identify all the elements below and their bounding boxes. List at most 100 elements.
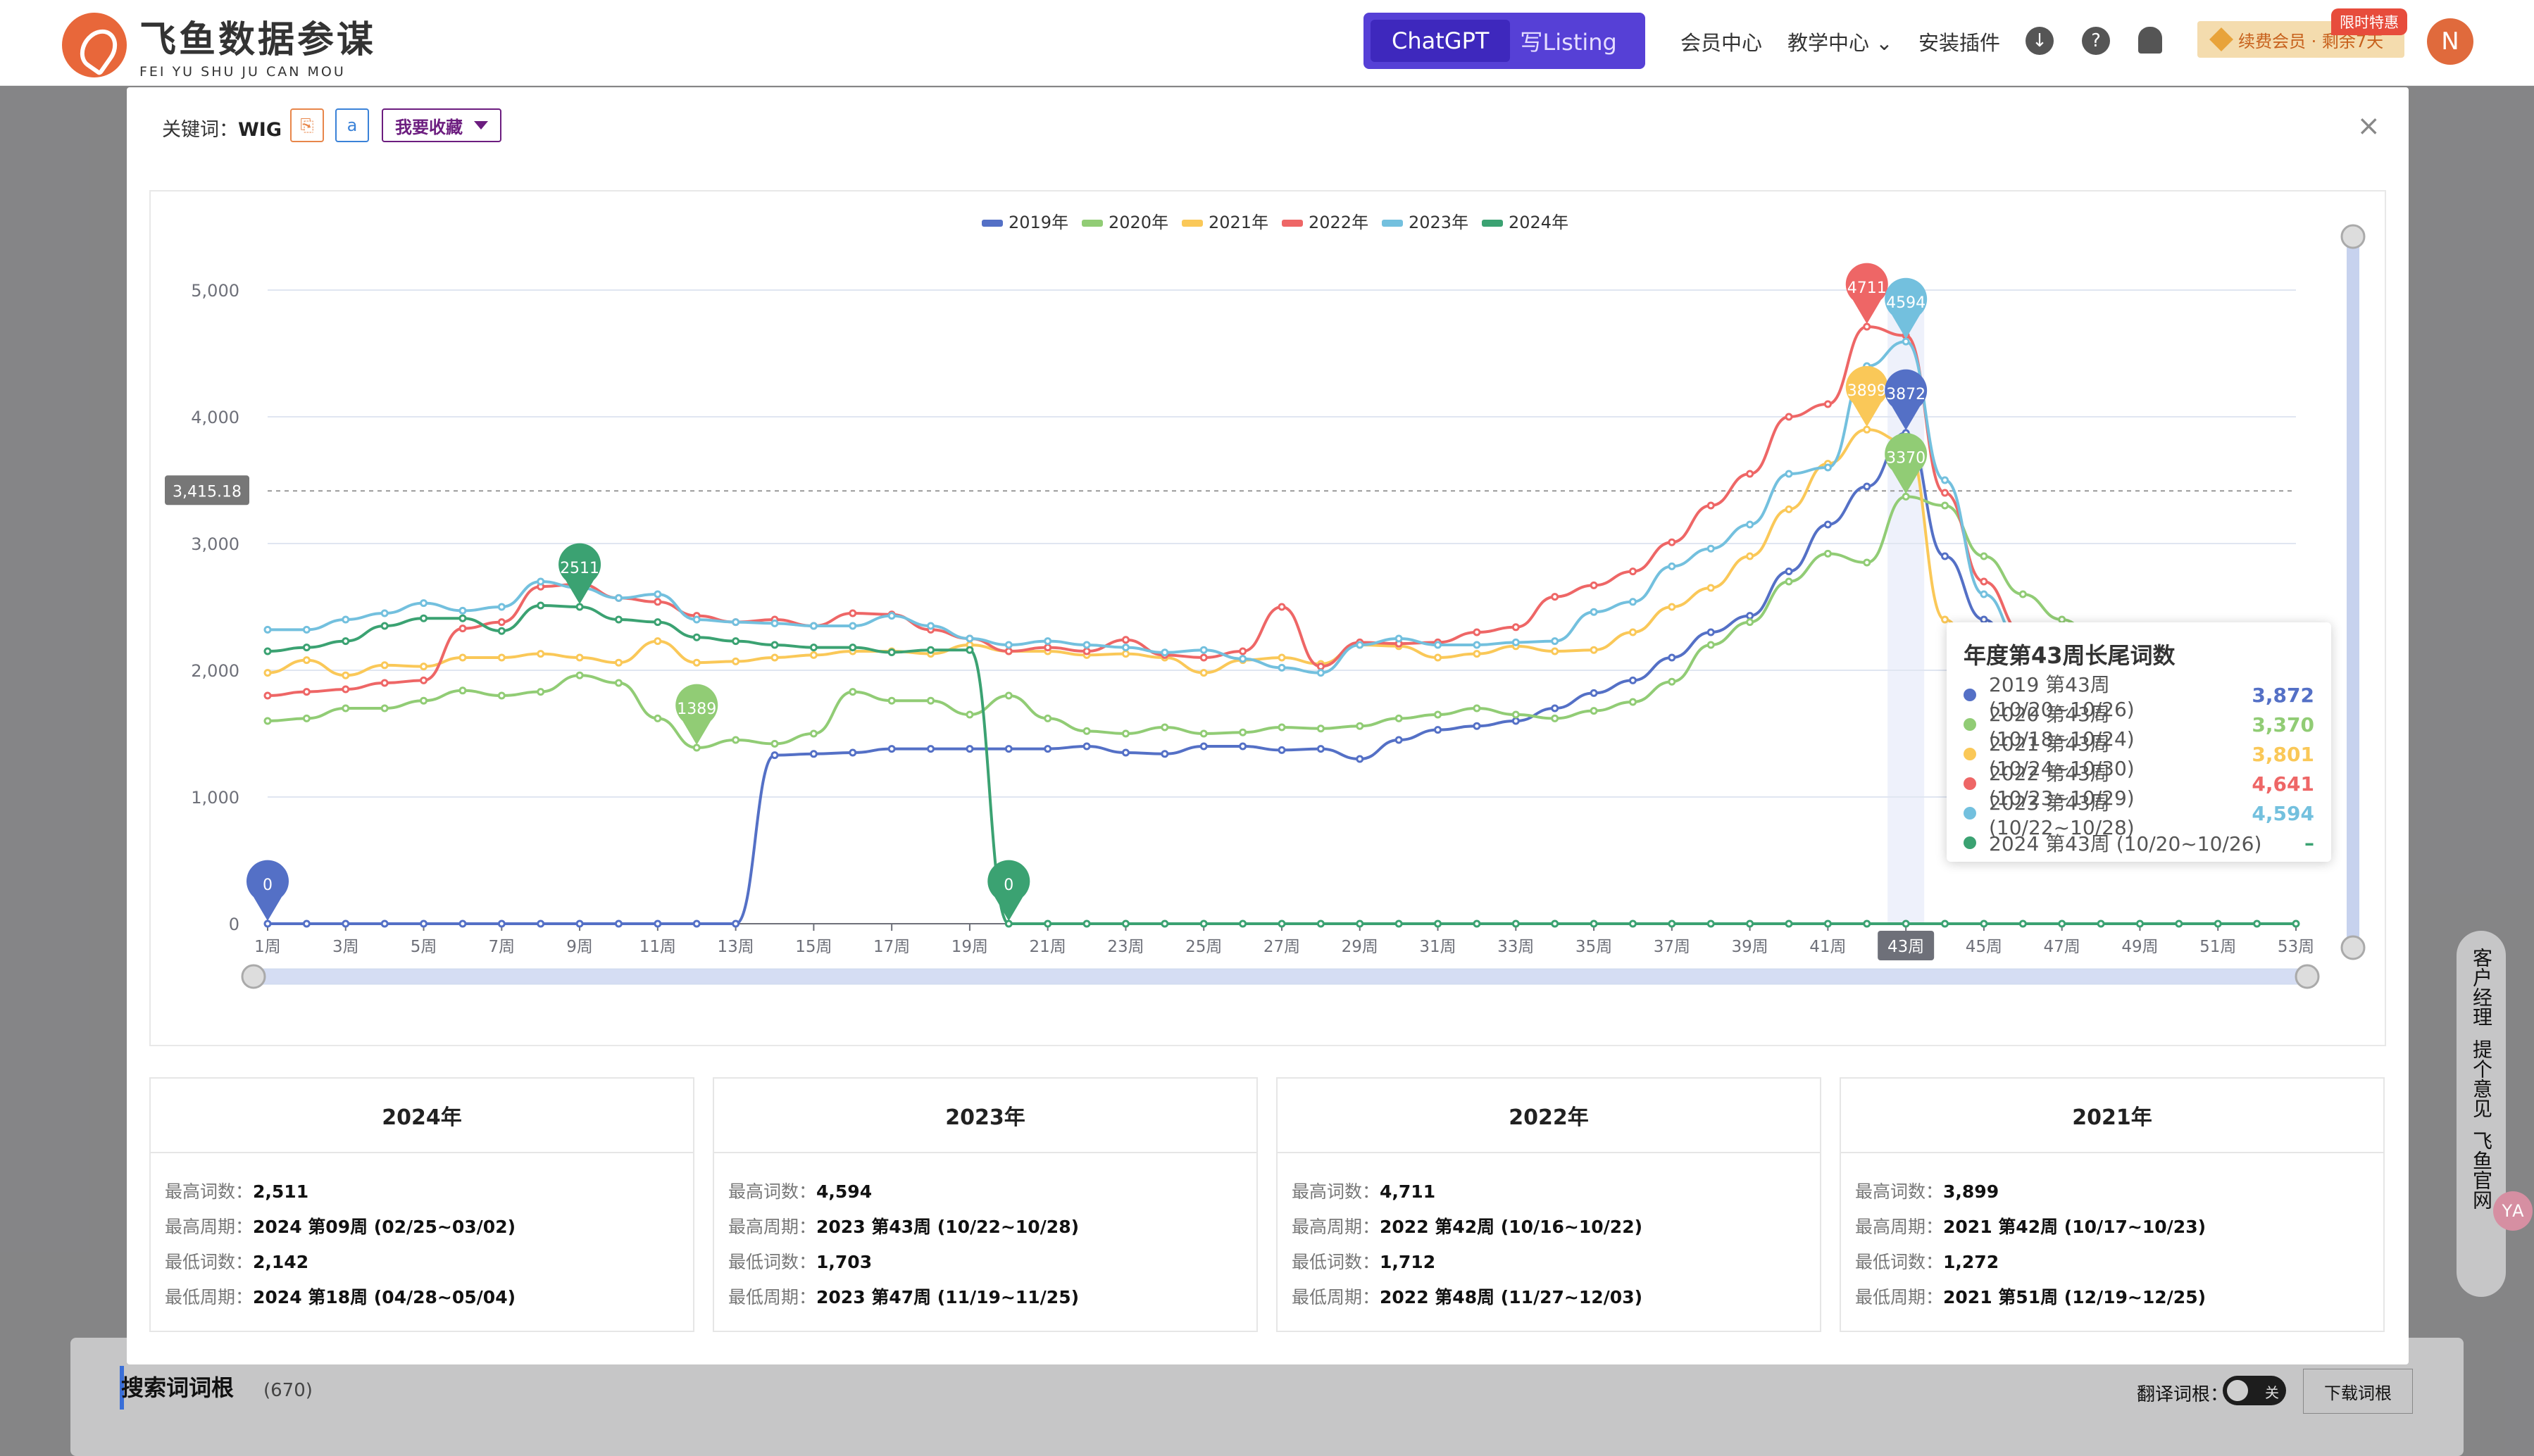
series-point bbox=[1161, 648, 1169, 657]
official-site-link[interactable]: 飞鱼官网 bbox=[2469, 1131, 2494, 1210]
feedback-link[interactable]: 提个意见 bbox=[2469, 1039, 2494, 1118]
series-point bbox=[887, 696, 896, 705]
series-point bbox=[263, 717, 272, 725]
series-point bbox=[1746, 520, 1754, 529]
year-card-row: 最低周期：2024 第18周 (04/28~05/04) bbox=[165, 1287, 516, 1307]
series-point bbox=[692, 920, 701, 928]
chatgpt-tab[interactable]: ChatGPT bbox=[1371, 20, 1511, 62]
series-point bbox=[1628, 628, 1637, 636]
series-point bbox=[732, 657, 740, 665]
chatgpt-switch: ChatGPT 写Listing bbox=[1363, 13, 1645, 69]
year-card-title: 2022年 bbox=[1278, 1079, 1820, 1153]
series-point bbox=[1551, 647, 1559, 655]
account-manager-link[interactable]: 客户经理 bbox=[2469, 948, 2494, 1027]
nav-member-center[interactable]: 会员中心 bbox=[1680, 27, 1762, 56]
series-point bbox=[1082, 920, 1091, 928]
series-point bbox=[732, 618, 740, 627]
avatar[interactable]: N bbox=[2427, 18, 2473, 65]
download-roots-button[interactable]: 下载词根 bbox=[2303, 1369, 2413, 1414]
series-point bbox=[1473, 628, 1481, 636]
series-point bbox=[1434, 920, 1442, 928]
amazon-icon[interactable]: a bbox=[335, 108, 369, 142]
series-point bbox=[1316, 920, 1325, 928]
series-point bbox=[1628, 598, 1637, 606]
series-point bbox=[1434, 653, 1442, 662]
marker-label: 0 bbox=[1004, 877, 1013, 894]
series-point bbox=[1004, 745, 1013, 753]
x-tick-label: 5周 bbox=[411, 938, 437, 956]
series-point bbox=[692, 615, 701, 624]
series-point bbox=[732, 736, 740, 744]
marker-label: 3370 bbox=[1886, 449, 1926, 467]
year-card-title: 2021年 bbox=[1841, 1079, 2383, 1153]
series-point bbox=[887, 612, 896, 620]
tooltip-row-value: – bbox=[2304, 831, 2314, 855]
series-point bbox=[1823, 400, 1832, 408]
series-point bbox=[1785, 577, 1793, 586]
series-point bbox=[497, 618, 506, 627]
logo-subtitle: FEI YU SHU JU CAN MOU bbox=[139, 64, 346, 80]
x-tick-label: 29周 bbox=[1342, 938, 1378, 956]
series-point bbox=[458, 686, 467, 695]
series-point bbox=[1980, 590, 1988, 598]
close-icon[interactable]: × bbox=[2357, 110, 2380, 142]
logo[interactable]: 飞鱼数据参谋 FEI YU SHU JU CAN MOU bbox=[62, 10, 376, 80]
series-point bbox=[966, 710, 974, 719]
copy-icon[interactable]: ⎘ bbox=[290, 108, 324, 142]
nav-install-plugin[interactable]: 安装插件 bbox=[1918, 27, 2000, 56]
side-float-panel: 客户经理 提个意见 飞鱼官网 ΥA bbox=[2457, 931, 2533, 1297]
series-point bbox=[1941, 552, 1949, 560]
series-point bbox=[1706, 501, 1715, 510]
series-point bbox=[1316, 745, 1325, 753]
legend-swatch bbox=[1382, 220, 1403, 227]
series-point bbox=[654, 637, 662, 646]
x-tick-label: 9周 bbox=[566, 938, 593, 956]
bell-icon[interactable] bbox=[2138, 27, 2162, 54]
series-point bbox=[1121, 650, 1130, 658]
marker-label: 3872 bbox=[1886, 386, 1926, 403]
series-point bbox=[1746, 552, 1754, 560]
year-card: 2023年 最高词数：4,594 最高周期：2023 第43周 (10/22~10/… bbox=[713, 1077, 1258, 1332]
series-point bbox=[1161, 750, 1169, 758]
series-point bbox=[692, 658, 701, 667]
y-tick-label: 0 bbox=[229, 915, 239, 934]
x-tick-label: 17周 bbox=[873, 938, 910, 956]
series-point bbox=[849, 748, 857, 757]
trend-chart[interactable]: 0 1,000 2,000 3,000 4,000 5,000 3,415.18 1周 3周 5周… bbox=[151, 192, 2388, 1048]
x-tick-label: 25周 bbox=[1185, 938, 1222, 956]
series-point bbox=[1004, 641, 1013, 649]
x-tick-label: 27周 bbox=[1263, 938, 1300, 956]
write-listing-tab[interactable]: 写Listing bbox=[1510, 25, 1626, 57]
nav-teaching-center[interactable]: 教学中心 ⌄ bbox=[1787, 27, 1893, 56]
series-point bbox=[1473, 650, 1481, 658]
year-card-row: 最高周期：2024 第09周 (02/25~03/02) bbox=[165, 1217, 516, 1237]
legend-swatch bbox=[1482, 220, 1503, 227]
year-card-row: 最低词数：2,142 bbox=[165, 1252, 309, 1272]
series-point bbox=[2175, 920, 2183, 928]
y-tick-label: 4,000 bbox=[191, 408, 239, 427]
series-point bbox=[537, 920, 545, 928]
series-point bbox=[1551, 920, 1559, 928]
series-point bbox=[1785, 413, 1793, 421]
x-tick-label: 37周 bbox=[1654, 938, 1690, 956]
series-dot-icon bbox=[1964, 689, 1976, 701]
v-datazoom-handle-top bbox=[2340, 224, 2366, 249]
assistant-icon[interactable]: ΥA bbox=[2493, 1191, 2533, 1231]
series-point bbox=[849, 644, 857, 652]
keyword-label: 关键词：WIG bbox=[162, 119, 282, 141]
translate-toggle[interactable] bbox=[2223, 1376, 2286, 1405]
series-point bbox=[1980, 552, 1988, 560]
series-point bbox=[1473, 704, 1481, 713]
series-point bbox=[537, 601, 545, 610]
help-icon[interactable]: ? bbox=[2082, 27, 2110, 55]
series-point bbox=[1316, 663, 1325, 671]
series-point bbox=[1823, 463, 1832, 472]
series-point bbox=[1980, 920, 1988, 928]
series-point bbox=[380, 704, 389, 713]
series-point bbox=[1785, 470, 1793, 478]
favorite-dropdown[interactable]: 我要收藏 bbox=[382, 108, 501, 142]
marker-label: 3899 bbox=[1847, 382, 1887, 400]
x-tick-label: 11周 bbox=[639, 938, 676, 956]
series-point bbox=[1590, 646, 1598, 654]
download-icon[interactable]: ↓ bbox=[2026, 27, 2054, 55]
